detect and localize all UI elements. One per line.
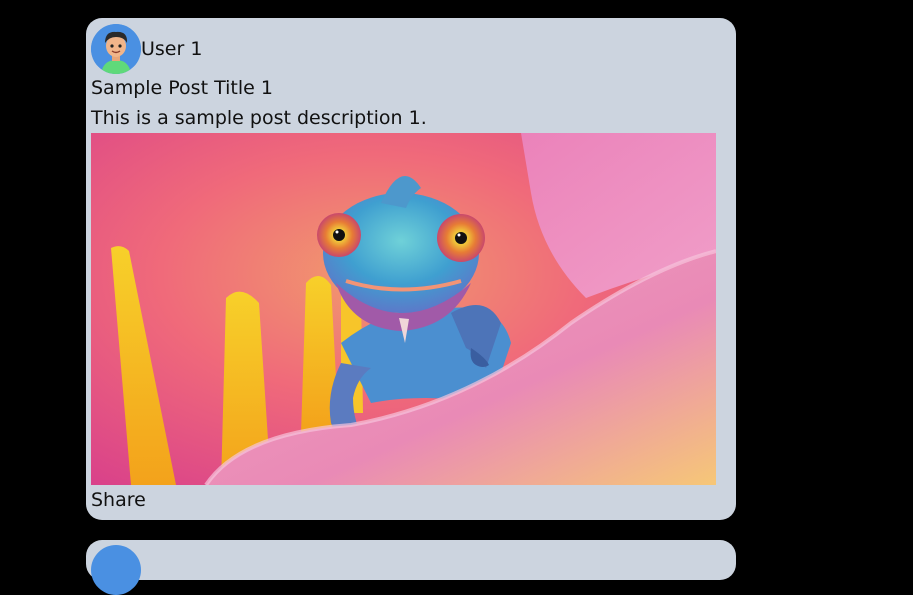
chameleon-photo xyxy=(91,133,716,485)
user-name[interactable]: User 1 xyxy=(141,38,202,60)
avatar[interactable] xyxy=(91,24,141,74)
share-button[interactable]: Share xyxy=(91,489,146,511)
post-header: User 1 xyxy=(91,24,202,74)
avatar[interactable] xyxy=(91,545,141,595)
next-post-card xyxy=(86,540,736,595)
post-description: This is a sample post description 1. xyxy=(91,107,427,129)
post-title: Sample Post Title 1 xyxy=(91,77,273,99)
user-avatar-icon xyxy=(91,24,141,74)
post-image[interactable] xyxy=(91,133,716,485)
post-card: User 1 Sample Post Title 1 This is a sam… xyxy=(86,18,736,520)
